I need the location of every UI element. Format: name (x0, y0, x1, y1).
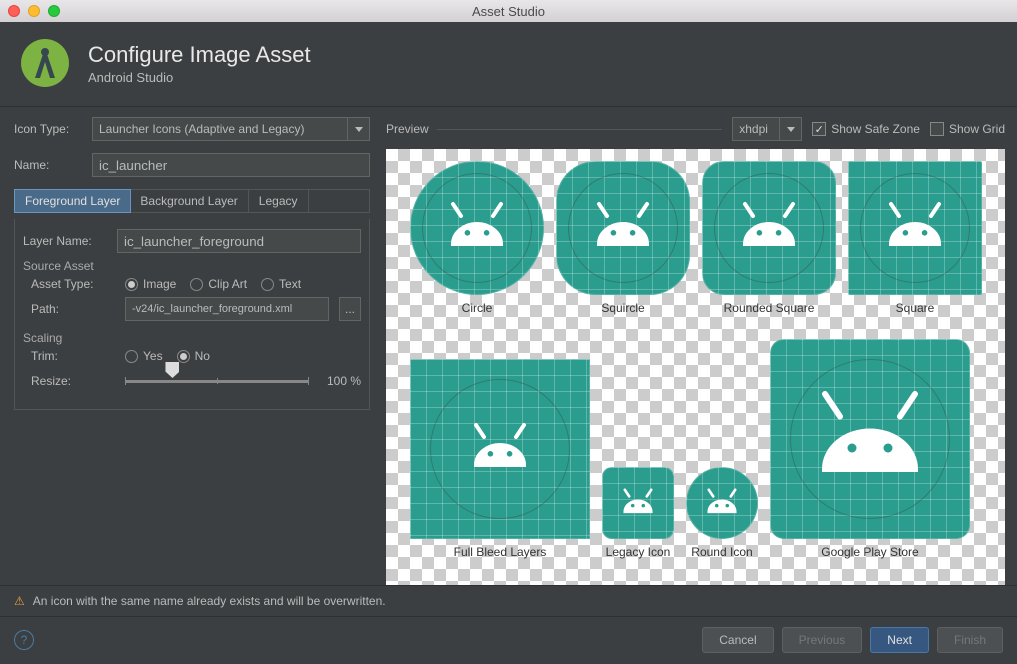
scaling-section-label: Scaling (23, 331, 361, 345)
radio-icon (190, 278, 203, 291)
warning-bar: ⚠ An icon with the same name already exi… (0, 585, 1017, 616)
android-head-icon (700, 481, 744, 525)
icon-type-label: Icon Type: (14, 122, 84, 136)
resize-slider[interactable] (125, 369, 309, 393)
asset-type-clipart-radio[interactable]: Clip Art (190, 277, 247, 291)
traffic-lights (8, 5, 60, 17)
window-title: Asset Studio (472, 4, 545, 19)
radio-icon (261, 278, 274, 291)
trim-label: Trim: (31, 349, 117, 363)
layer-tabs: Foreground Layer Background Layer Legacy (14, 189, 370, 213)
radio-label: No (195, 349, 210, 363)
foreground-layer-panel: Layer Name: Source Asset Asset Type: Ima… (14, 219, 370, 410)
config-form: Icon Type: Launcher Icons (Adaptive and … (0, 107, 380, 585)
browse-path-button[interactable]: ... (339, 297, 361, 321)
radio-label: Yes (143, 349, 163, 363)
divider (437, 129, 723, 130)
android-studio-logo-icon (20, 38, 70, 88)
titlebar: Asset Studio (0, 0, 1017, 22)
layer-name-label: Layer Name: (23, 234, 109, 248)
resize-value: 100 % (317, 374, 361, 388)
path-label: Path: (31, 302, 117, 316)
show-safe-zone-checkbox[interactable]: ✓ Show Safe Zone (812, 122, 920, 136)
warning-icon: ⚠ (14, 594, 25, 608)
preview-full-bleed (410, 359, 590, 539)
preview-legacy-icon (602, 467, 674, 539)
preview-play-store (770, 339, 970, 539)
radio-label: Clip Art (208, 277, 247, 291)
finish-button[interactable]: Finish (937, 627, 1003, 653)
minimize-window-button[interactable] (28, 5, 40, 17)
cancel-button[interactable]: Cancel (702, 627, 773, 653)
asset-type-label: Asset Type: (31, 277, 117, 291)
chevron-down-icon (779, 118, 801, 140)
radio-label: Image (143, 277, 176, 291)
shape-caption: Google Play Store (821, 545, 918, 559)
density-dropdown[interactable]: xhdpi (732, 117, 802, 141)
dialog-footer: ? Cancel Previous Next Finish (0, 616, 1017, 662)
checkbox-icon: ✓ (812, 122, 826, 136)
warning-text: An icon with the same name already exist… (33, 594, 386, 608)
main-content: Icon Type: Launcher Icons (Adaptive and … (0, 107, 1017, 585)
preview-square (848, 161, 982, 295)
dialog-header: Configure Image Asset Android Studio (0, 22, 1017, 107)
name-input[interactable] (92, 153, 370, 177)
show-grid-checkbox[interactable]: Show Grid (930, 122, 1005, 136)
slider-thumb-icon (165, 362, 179, 378)
shape-caption: Square (896, 301, 935, 315)
radio-icon (125, 350, 138, 363)
trim-no-radio[interactable]: No (177, 349, 210, 363)
tab-legacy[interactable]: Legacy (249, 190, 309, 212)
radio-label: Text (279, 277, 301, 291)
name-label: Name: (14, 158, 84, 172)
shape-caption: Circle (462, 301, 493, 315)
shape-caption: Full Bleed Layers (454, 545, 547, 559)
radio-icon (125, 278, 138, 291)
shape-caption: Legacy Icon (606, 545, 671, 559)
checkbox-icon (930, 122, 944, 136)
checkbox-label: Show Safe Zone (831, 122, 920, 136)
layer-name-input[interactable] (117, 229, 361, 253)
icon-type-dropdown[interactable]: Launcher Icons (Adaptive and Legacy) (92, 117, 370, 141)
previous-button[interactable]: Previous (782, 627, 863, 653)
shape-caption: Squircle (601, 301, 644, 315)
tab-foreground-layer[interactable]: Foreground Layer (14, 189, 131, 213)
tab-background-layer[interactable]: Background Layer (130, 190, 248, 212)
page-subtitle: Android Studio (88, 70, 311, 85)
density-value: xhdpi (739, 122, 768, 136)
page-title: Configure Image Asset (88, 42, 311, 68)
chevron-down-icon (347, 118, 369, 140)
close-window-button[interactable] (8, 5, 20, 17)
maximize-window-button[interactable] (48, 5, 60, 17)
resize-label: Resize: (31, 374, 117, 388)
preview-circle (410, 161, 544, 295)
checkbox-label: Show Grid (949, 122, 1005, 136)
next-button[interactable]: Next (870, 627, 929, 653)
preview-label: Preview (386, 122, 429, 136)
asset-type-radio-group: Image Clip Art Text (125, 277, 301, 291)
asset-type-image-radio[interactable]: Image (125, 277, 176, 291)
preview-round-icon (686, 467, 758, 539)
source-asset-section-label: Source Asset (23, 259, 361, 273)
radio-icon (177, 350, 190, 363)
help-button[interactable]: ? (14, 630, 34, 650)
preview-squircle (556, 161, 690, 295)
asset-type-text-radio[interactable]: Text (261, 277, 301, 291)
shape-caption: Rounded Square (724, 301, 815, 315)
preview-rounded-square (702, 161, 836, 295)
path-input[interactable] (125, 297, 329, 321)
preview-pane: Preview xhdpi ✓ Show Safe Zone Show Grid (380, 107, 1017, 585)
android-head-icon (616, 481, 660, 525)
icon-type-value: Launcher Icons (Adaptive and Legacy) (99, 122, 304, 136)
trim-radio-group: Yes No (125, 349, 210, 363)
trim-yes-radio[interactable]: Yes (125, 349, 163, 363)
preview-canvas: Circle Squircle Rounded Square (386, 149, 1005, 585)
shape-caption: Round Icon (691, 545, 752, 559)
